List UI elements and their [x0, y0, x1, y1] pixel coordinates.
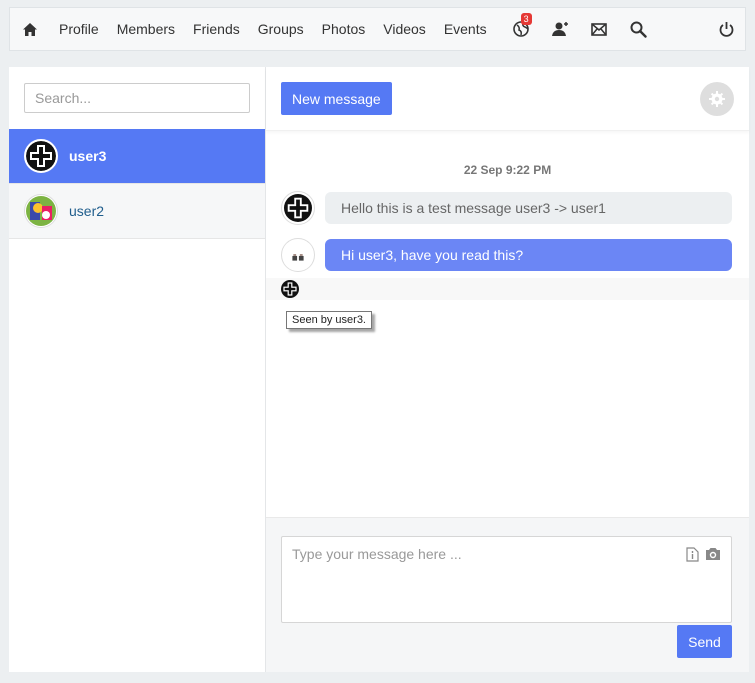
logout-button[interactable]: [707, 7, 745, 51]
conversations-sidebar: user3 user2: [9, 67, 266, 672]
messages-envelope-icon: [591, 22, 607, 36]
user3-avatar-icon: [284, 194, 312, 222]
seen-tooltip: Seen by user3.: [286, 311, 372, 329]
nav-link-groups[interactable]: Groups: [249, 7, 313, 51]
nav-link-events[interactable]: Events: [435, 7, 496, 51]
message-thread: 22 Sep 9:22 PM Hello this is a test mess…: [266, 131, 749, 517]
user1-avatar-icon: [284, 241, 312, 269]
user3-avatar-icon: [281, 280, 299, 298]
message-composer: Type your message here ... Send: [266, 517, 749, 672]
camera-icon[interactable]: [705, 547, 721, 561]
user2-avatar-icon: [26, 196, 56, 226]
seen-avatar[interactable]: [281, 280, 299, 298]
seen-indicator: [266, 278, 749, 300]
message-input-placeholder: Type your message here ...: [292, 546, 462, 562]
incoming-message-bubble: Hello this is a test message user3 -> us…: [325, 192, 732, 224]
nav-link-videos[interactable]: Videos: [374, 7, 435, 51]
conversation-search-input[interactable]: [24, 83, 250, 113]
gear-icon: [709, 90, 725, 107]
conversation-item-user3[interactable]: user3: [9, 129, 265, 184]
chat-area: New message 22 Sep 9:22 PM Hello this is…: [266, 67, 749, 672]
search-button[interactable]: [619, 7, 658, 51]
conversation-name: user2: [69, 203, 105, 219]
home-button[interactable]: [10, 8, 50, 50]
conversation-item-user2[interactable]: user2: [9, 184, 265, 239]
settings-button[interactable]: [700, 81, 734, 116]
message-row: Hi user3, have you read this?: [281, 238, 732, 272]
send-button[interactable]: Send: [677, 625, 732, 658]
nav-link-photos[interactable]: Photos: [313, 7, 375, 51]
avatar: [24, 194, 58, 228]
avatar: [281, 191, 315, 225]
conversation-name: user3: [69, 148, 107, 164]
user3-avatar-icon: [26, 141, 56, 171]
search-icon: [630, 21, 647, 38]
power-icon: [719, 22, 733, 37]
new-message-button[interactable]: New message: [281, 82, 392, 115]
attach-file-icon[interactable]: [686, 547, 699, 562]
avatar: [24, 139, 58, 173]
friend-requests-icon: [552, 22, 569, 36]
nav-link-profile[interactable]: Profile: [50, 7, 108, 51]
nav-link-friends[interactable]: Friends: [184, 7, 249, 51]
home-icon: [23, 22, 37, 36]
notifications-button[interactable]: 3: [502, 7, 541, 51]
notifications-badge: 3: [520, 13, 532, 25]
friend-requests-button[interactable]: [541, 7, 580, 51]
nav-link-members[interactable]: Members: [108, 7, 184, 51]
avatar: [281, 238, 315, 272]
chat-header: New message: [266, 67, 749, 131]
message-input[interactable]: Type your message here ...: [281, 536, 732, 623]
message-date: 22 Sep 9:22 PM: [463, 163, 552, 177]
outgoing-message-bubble: Hi user3, have you read this?: [325, 239, 732, 271]
message-row: Hello this is a test message user3 -> us…: [281, 191, 732, 225]
messages-button[interactable]: [580, 7, 619, 51]
messages-panel: user3 user2 New message: [9, 67, 749, 672]
top-navbar: Profile Members Friends Groups Photos Vi…: [9, 7, 746, 51]
